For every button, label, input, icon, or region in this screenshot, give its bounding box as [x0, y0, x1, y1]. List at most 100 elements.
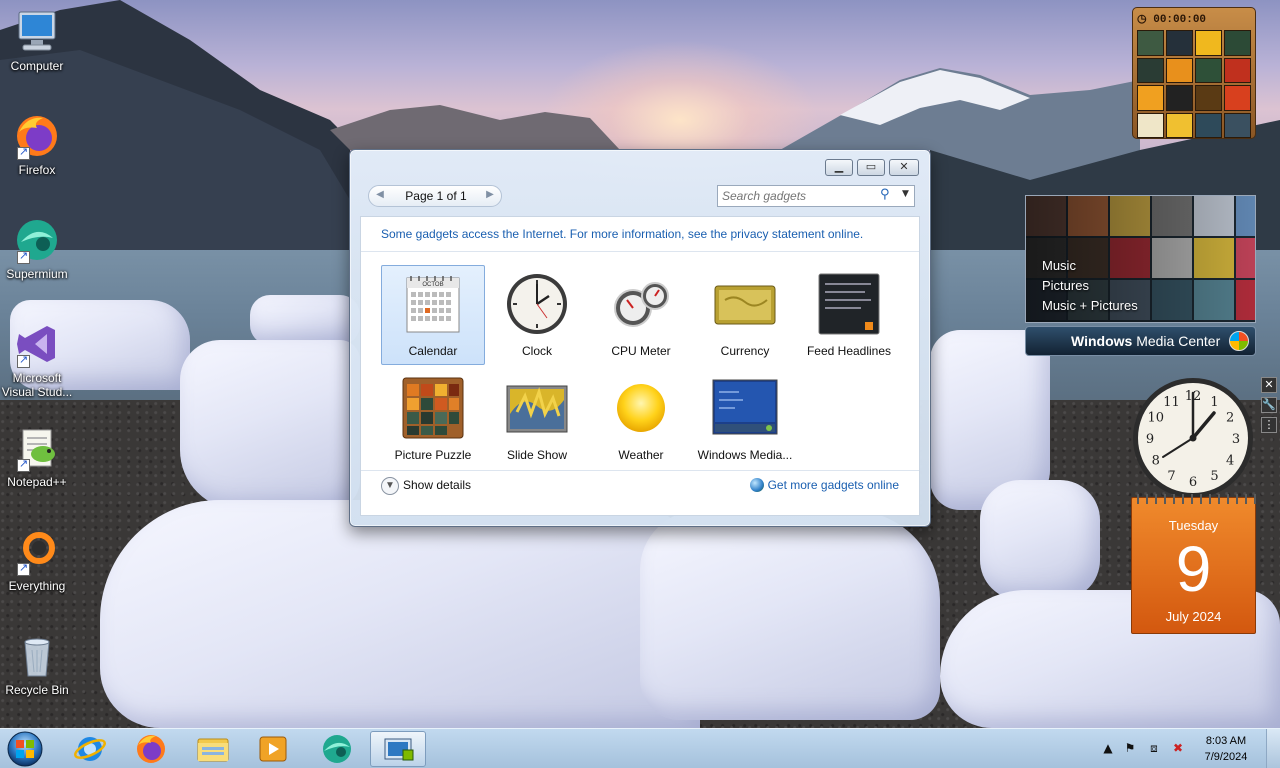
- desktop-icon-everything[interactable]: Everything: [0, 528, 74, 593]
- picture-puzzle-gadget[interactable]: ◷ 00:00:00: [1132, 7, 1256, 139]
- gadget-label: Windows Media...: [697, 448, 793, 462]
- maximize-icon: ▭: [865, 160, 877, 173]
- gadget-label: Weather: [618, 448, 664, 462]
- chevron-down-icon: ▼: [381, 477, 399, 495]
- desktop-icon-supermium[interactable]: Supermium: [0, 216, 74, 281]
- calendar-day: 9: [1175, 533, 1212, 605]
- gadget-label: Feed Headlines: [806, 344, 892, 358]
- gadget-currency[interactable]: Currency: [693, 265, 797, 365]
- get-more-gadgets-link[interactable]: Get more gadgets online: [749, 478, 899, 492]
- gadget-picture-puzzle[interactable]: Picture Puzzle: [381, 369, 485, 469]
- gadget-windows-media-center[interactable]: Windows Media...: [693, 369, 797, 469]
- desktop-icon-firefox[interactable]: Firefox: [0, 112, 74, 177]
- network-icon[interactable]: ⧈: [1146, 741, 1162, 757]
- close-gadget-icon[interactable]: ✕: [1261, 377, 1277, 393]
- gadget-label: Picture Puzzle: [394, 448, 472, 462]
- gadget-label: Clock: [521, 344, 552, 358]
- desktop-icon-computer[interactable]: Computer: [0, 8, 74, 73]
- desktop-icon-recycle-bin[interactable]: Recycle Bin: [0, 632, 74, 697]
- show-details-toggle[interactable]: ▼ Show details: [381, 477, 471, 495]
- taskbar-clock[interactable]: 8:03 AM 7/9/2024: [1196, 733, 1256, 765]
- desktop-icon-label: Microsoft Visual Stud...: [1, 371, 73, 399]
- divider: [361, 251, 919, 252]
- wmc-tiles: Music Pictures Music + Pictures: [1025, 195, 1256, 323]
- close-button[interactable]: ✕: [889, 159, 919, 176]
- wmc-title-rest: Media Center: [1132, 333, 1221, 349]
- minimize-button[interactable]: ▁: [825, 159, 853, 176]
- puzzle-timer: ◷ 00:00:00: [1137, 12, 1251, 28]
- windows-media-center-gadget-icon: [711, 374, 779, 442]
- wmc-menu-music-pictures[interactable]: Music + Pictures: [1042, 296, 1138, 316]
- start-button[interactable]: [5, 731, 45, 767]
- gadget-gallery-window[interactable]: ▁ ▭ ✕ ◀ Page 1 of 1 ▶ ⚲ ▼ Some gadgets a…: [349, 149, 931, 527]
- search-input[interactable]: [722, 188, 872, 204]
- taskbar-time: 8:03 AM: [1205, 735, 1247, 747]
- show-hidden-icons-icon[interactable]: ▲: [1100, 741, 1116, 757]
- taskbar-date: 7/9/2024: [1204, 751, 1248, 763]
- taskbar-gadget-gallery[interactable]: [370, 731, 426, 767]
- notepadpp-icon: [13, 424, 61, 472]
- page-indicator: Page 1 of 1: [405, 189, 467, 203]
- action-center-flag-icon[interactable]: ⚑: [1122, 741, 1138, 757]
- gadget-feed-headlines[interactable]: Feed Headlines: [797, 265, 901, 365]
- computer-icon: [13, 8, 61, 56]
- show-desktop-button[interactable]: [1266, 729, 1280, 768]
- desktop-icon-label: Supermium: [6, 267, 68, 281]
- wrench-icon[interactable]: 🔧: [1261, 397, 1277, 413]
- gadget-weather[interactable]: Weather: [589, 369, 693, 469]
- feed-headlines-gadget-icon: [815, 270, 883, 338]
- puzzle-grid[interactable]: [1137, 30, 1251, 138]
- taskbar-media-player[interactable]: [245, 731, 301, 767]
- gadget-label: Currency: [720, 344, 770, 358]
- wmc-menu-music[interactable]: Music: [1042, 256, 1138, 276]
- next-page-button[interactable]: ▶: [483, 189, 497, 200]
- search-dropdown-icon[interactable]: ▼: [902, 189, 909, 199]
- search-box: ⚲ ▼: [717, 185, 915, 207]
- clock-gadget[interactable]: 121234567891011: [1129, 377, 1257, 499]
- everything-icon: [13, 528, 61, 576]
- privacy-statement-link[interactable]: Some gadgets access the Internet. For mo…: [381, 227, 863, 241]
- currency-gadget-icon: [711, 270, 779, 338]
- calendar-rings: [1132, 494, 1257, 504]
- taskbar-supermium[interactable]: [309, 731, 365, 767]
- maximize-button[interactable]: ▭: [857, 159, 885, 176]
- clock-numeral: 10: [1148, 411, 1165, 426]
- wmc-title-bar[interactable]: Windows Media Center: [1025, 326, 1256, 356]
- calendar-gadget[interactable]: Tuesday 9 July 2024: [1131, 494, 1257, 634]
- desktop-icon-notepadpp[interactable]: Notepad++: [0, 424, 74, 489]
- divider: [361, 470, 919, 471]
- search-icon[interactable]: ⚲: [880, 187, 890, 202]
- clock-numeral: 8: [1152, 454, 1160, 469]
- media-player-icon: [259, 736, 287, 762]
- weather-gadget-icon: [607, 374, 675, 442]
- page-navigator: ◀ Page 1 of 1 ▶: [368, 185, 502, 207]
- timer-icon: ◷: [1137, 14, 1147, 26]
- picture-puzzle-gadget-icon: [399, 374, 467, 442]
- gadget-cpu-meter[interactable]: CPU Meter: [589, 265, 693, 365]
- windows-logo-icon: [1229, 331, 1249, 351]
- clock-numeral: 4: [1226, 454, 1234, 469]
- recycle-bin-icon: [13, 632, 61, 680]
- drag-handle-icon[interactable]: ⋮: [1261, 417, 1277, 433]
- windows-media-center-gadget[interactable]: Music Pictures Music + Pictures Windows …: [1025, 195, 1256, 358]
- gadget-calendar[interactable]: OCTOB Calendar: [381, 265, 485, 365]
- minimize-icon: ▁: [834, 160, 844, 173]
- taskbar-firefox[interactable]: [123, 731, 179, 767]
- get-more-gadgets-label: Get more gadgets online: [767, 478, 899, 492]
- gadget-label: Slide Show: [506, 448, 568, 462]
- desktop-icon-label: Everything: [8, 579, 66, 593]
- wmc-menu-pictures[interactable]: Pictures: [1042, 276, 1138, 296]
- show-details-label: Show details: [403, 478, 472, 493]
- taskbar-internet-explorer[interactable]: [62, 731, 118, 767]
- desktop-icon-label: Recycle Bin: [5, 683, 69, 697]
- gadget-gallery-icon: [384, 738, 414, 761]
- taskbar-explorer[interactable]: [185, 731, 241, 767]
- explorer-icon: [197, 738, 229, 762]
- desktop-icon-visual-studio[interactable]: Microsoft Visual Stud...: [0, 320, 74, 399]
- previous-page-button[interactable]: ◀: [373, 189, 387, 200]
- volume-muted-icon[interactable]: ✖: [1170, 741, 1186, 757]
- gadget-controls: ✕ 🔧 ⋮: [1261, 377, 1277, 437]
- gadget-slide-show[interactable]: Slide Show: [485, 369, 589, 469]
- gadget-clock[interactable]: Clock: [485, 265, 589, 365]
- clock-numeral: 7: [1167, 469, 1175, 484]
